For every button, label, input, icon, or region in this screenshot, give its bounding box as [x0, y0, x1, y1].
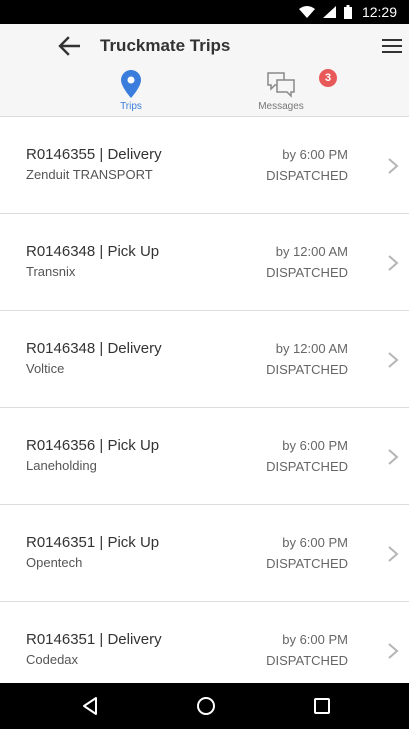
app-header: Truckmate Trips Trips 3 Messages [0, 24, 409, 117]
trip-row[interactable]: R0146355 | Delivery Zenduit TRANSPORT by… [0, 117, 409, 214]
trip-list: R0146355 | Delivery Zenduit TRANSPORT by… [0, 117, 409, 683]
hamburger-menu-icon [382, 39, 402, 53]
square-recents-icon [314, 698, 330, 714]
page-title: Truckmate Trips [100, 36, 231, 55]
trip-status: DISPATCHED [266, 459, 348, 474]
trip-due-time: by 12:00 AM [275, 341, 348, 356]
tab-messages-label: Messages [258, 101, 304, 112]
nav-home-button[interactable] [194, 694, 218, 718]
wifi-icon [298, 6, 315, 18]
trip-company: Zenduit TRANSPORT [26, 167, 153, 182]
system-nav-bar [0, 683, 409, 729]
back-button[interactable] [53, 32, 85, 60]
tab-trips-label: Trips [120, 101, 142, 112]
chevron-right-icon [388, 352, 399, 368]
trip-due-time: by 6:00 PM [282, 438, 348, 453]
status-bar: 12:29 [0, 0, 409, 24]
trip-company: Voltice [26, 361, 65, 376]
trip-id-type: R0146355 | Delivery [26, 146, 162, 163]
trip-row[interactable]: R0146351 | Delivery Codedax by 6:00 PM D… [0, 602, 409, 683]
trip-status: DISPATCHED [266, 556, 348, 571]
chevron-right-icon [388, 158, 399, 174]
chevron-right-icon [388, 449, 399, 465]
arrow-back-icon [58, 36, 80, 56]
chevron-right-icon [388, 546, 399, 562]
trip-row[interactable]: R0146351 | Pick Up Opentech by 6:00 PM D… [0, 505, 409, 602]
trip-id-type: R0146348 | Delivery [26, 340, 162, 357]
trip-due-time: by 12:00 AM [275, 244, 348, 259]
trip-company: Transnix [26, 264, 76, 279]
trip-company: Opentech [26, 555, 83, 570]
trip-id-type: R0146351 | Delivery [26, 631, 162, 648]
tab-messages[interactable]: 3 Messages [231, 66, 337, 116]
chevron-right-icon [388, 255, 399, 271]
trip-company: Laneholding [26, 458, 97, 473]
circle-home-icon [197, 697, 215, 715]
nav-back-button[interactable] [78, 694, 102, 718]
map-pin-icon [121, 70, 141, 98]
battery-icon [343, 5, 352, 19]
trip-due-time: by 6:00 PM [282, 147, 348, 162]
trip-company: Codedax [26, 652, 79, 667]
menu-button[interactable] [378, 34, 406, 58]
trip-status: DISPATCHED [266, 653, 348, 668]
trip-id-type: R0146351 | Pick Up [26, 534, 160, 551]
trip-status: DISPATCHED [266, 362, 348, 377]
trip-id-type: R0146348 | Pick Up [26, 243, 160, 260]
chat-bubbles-icon [267, 72, 295, 98]
triangle-back-icon [83, 697, 97, 715]
trip-status: DISPATCHED [266, 168, 348, 183]
trip-id-type: R0146356 | Pick Up [26, 437, 160, 454]
tab-trips[interactable]: Trips [81, 66, 181, 116]
trip-due-time: by 6:00 PM [282, 632, 348, 647]
status-time: 12:29 [361, 4, 397, 20]
trip-due-time: by 6:00 PM [282, 535, 348, 550]
trip-row[interactable]: R0146356 | Pick Up Laneholding by 6:00 P… [0, 408, 409, 505]
trip-row[interactable]: R0146348 | Delivery Voltice by 12:00 AM … [0, 311, 409, 408]
nav-recents-button[interactable] [310, 694, 334, 718]
trip-row[interactable]: R0146348 | Pick Up Transnix by 12:00 AM … [0, 214, 409, 311]
chevron-right-icon [388, 643, 399, 659]
signal-icon [322, 6, 336, 18]
messages-count-badge: 3 [319, 69, 337, 87]
trip-status: DISPATCHED [266, 265, 348, 280]
